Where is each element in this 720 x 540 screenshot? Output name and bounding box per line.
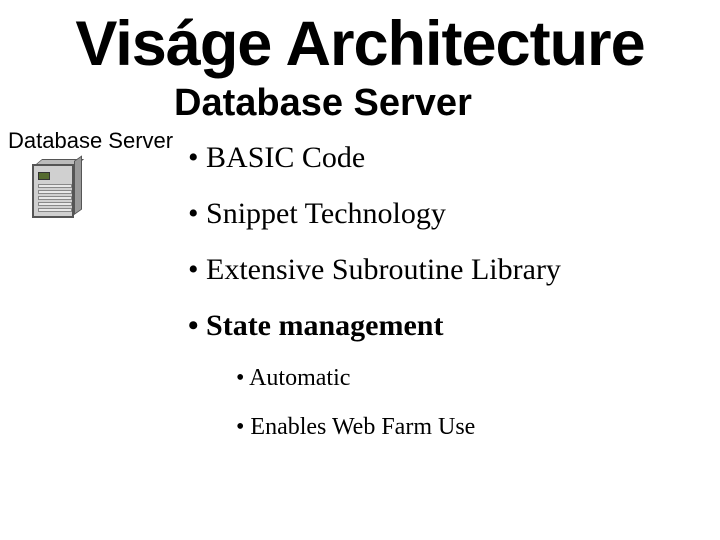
sub-bullet-item: • Automatic (236, 365, 712, 392)
left-column-label: Database Server (8, 128, 178, 154)
bullet-item: • Extensive Subroutine Library (188, 253, 712, 287)
bullet-text: Snippet Technology (206, 197, 446, 230)
right-column: Database Server • BASIC Code • Snippet T… (178, 80, 712, 463)
section-heading: Database Server (174, 82, 712, 125)
bullet-text: State management (206, 309, 443, 342)
sub-bullet-text: Enables Web Farm Use (250, 414, 475, 440)
bullet-item: • Snippet Technology (188, 197, 712, 231)
sub-bullet-text: Automatic (249, 365, 350, 391)
server-icon (32, 160, 178, 220)
content: Database Server Database Server • BASIC … (0, 80, 720, 463)
left-column: Database Server (8, 80, 178, 463)
slide-title: Viságe Architecture (0, 0, 720, 80)
sub-bullet-item: • Enables Web Farm Use (236, 414, 712, 441)
bullet-text: Extensive Subroutine Library (206, 253, 561, 286)
bullet-item: • State management (188, 309, 712, 343)
bullet-text: BASIC Code (206, 141, 365, 174)
bullet-item: • BASIC Code (188, 141, 712, 175)
